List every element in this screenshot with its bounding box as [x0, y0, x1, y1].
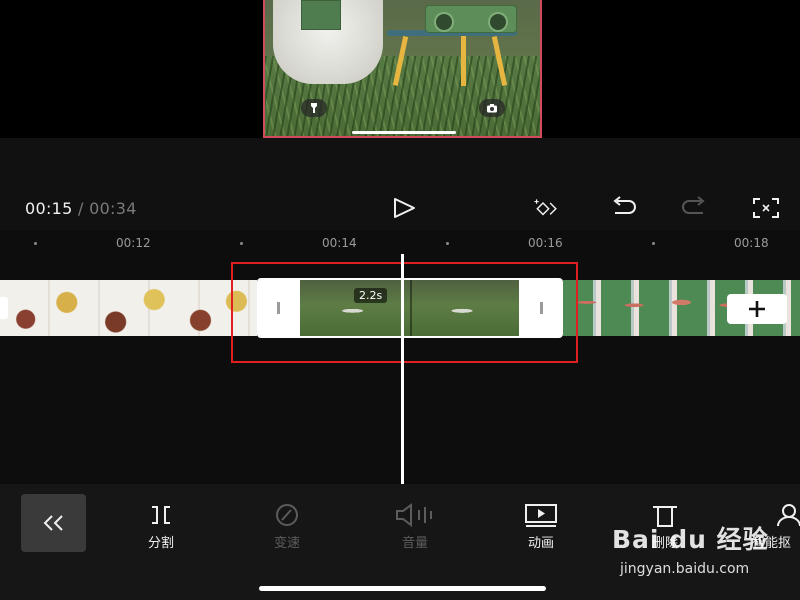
undo-button[interactable] [609, 195, 639, 221]
playback-controls-bar: 00:15 / 00:34 [0, 138, 800, 230]
animation-tool[interactable]: 动画 [501, 500, 581, 560]
timeline-panel[interactable]: 00:12 00:14 00:16 00:18 2.2s [0, 230, 800, 484]
animation-label: 动画 [527, 536, 554, 551]
video-preview-frame[interactable] [263, 0, 542, 138]
fullscreen-icon [753, 198, 779, 218]
ruler-dot [240, 242, 243, 245]
split-icon [121, 500, 201, 530]
ruler-tick: 00:12 [116, 236, 151, 250]
collapse-toolbar-button[interactable] [21, 494, 86, 552]
preview-book [301, 0, 341, 30]
animation-icon [501, 500, 581, 530]
speed-label: 变速 [273, 536, 300, 551]
fullscreen-button[interactable] [751, 195, 781, 221]
preview-home-indicator [352, 131, 456, 134]
volume-tool[interactable]: 音量 [375, 500, 455, 560]
plus-icon [749, 301, 765, 317]
preview-table-leg [461, 36, 466, 86]
watermark-url: jingyan.baidu.com [620, 561, 750, 577]
watermark-logo: Bai du 经验 [612, 525, 769, 554]
keyframe-icon [534, 199, 557, 216]
camera-button[interactable] [479, 99, 505, 117]
video-clip-food[interactable] [0, 280, 257, 336]
annotation-highlight-box [231, 262, 578, 363]
current-time: 00:15 [25, 199, 73, 218]
ruler-tick: 00:16 [528, 236, 563, 250]
add-clip-button[interactable] [727, 294, 787, 324]
total-time: 00:34 [89, 199, 137, 218]
speed-gauge-icon [247, 500, 327, 530]
undo-icon [613, 196, 636, 214]
camera-icon [487, 104, 497, 113]
speaker-icon [375, 500, 455, 530]
split-tool[interactable]: 分割 [121, 500, 201, 560]
playhead[interactable] [401, 254, 404, 484]
speed-tool[interactable]: 变速 [247, 500, 327, 560]
home-indicator [259, 586, 546, 591]
ruler-dot [446, 242, 449, 245]
preview-radio [425, 5, 517, 33]
time-ruler[interactable]: 00:12 00:14 00:16 00:18 [0, 230, 800, 256]
clip-trim-handle[interactable] [0, 297, 8, 319]
time-display: 00:15 / 00:34 [25, 199, 137, 218]
play-icon [394, 198, 415, 218]
flashlight-icon [311, 103, 317, 113]
double-chevron-left-icon [43, 515, 63, 531]
redo-icon [682, 196, 705, 214]
flashlight-button[interactable] [301, 99, 327, 117]
baidu-watermark: Bai du 经验 jingyan.baidu.com [612, 520, 800, 582]
redo-button[interactable] [679, 195, 709, 221]
ruler-tick: 00:18 [734, 236, 769, 250]
split-label: 分割 [147, 536, 174, 551]
ruler-dot [652, 242, 655, 245]
play-button[interactable] [389, 195, 419, 221]
volume-label: 音量 [401, 536, 428, 551]
time-separator: / [78, 199, 84, 218]
ruler-dot [34, 242, 37, 245]
ruler-tick: 00:14 [322, 236, 357, 250]
keyframe-button[interactable] [533, 195, 563, 221]
video-preview-area [0, 0, 800, 138]
